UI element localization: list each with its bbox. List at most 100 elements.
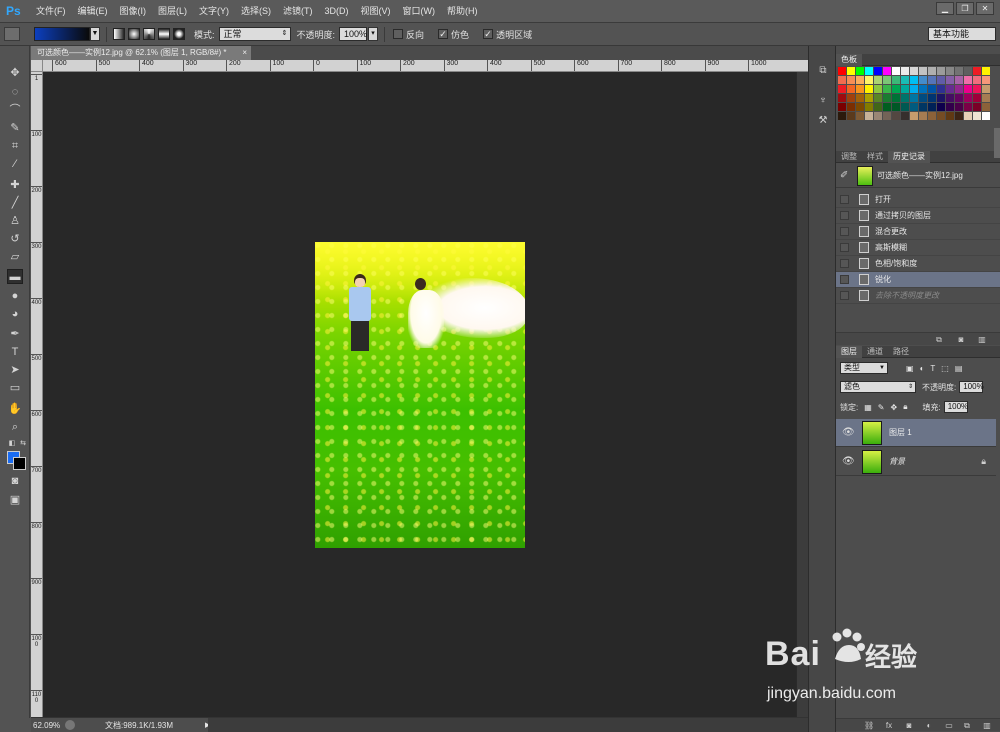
new-document-from-state-icon[interactable]: ⧉	[934, 335, 944, 344]
link-layers-icon[interactable]: ⛓	[864, 721, 874, 730]
color-swatch[interactable]	[901, 85, 909, 93]
color-swatch[interactable]	[874, 85, 882, 93]
color-swatch[interactable]	[910, 103, 918, 111]
lock-transparent-icon[interactable]: ▦	[864, 403, 872, 412]
color-swatch[interactable]	[964, 94, 972, 102]
color-swatch[interactable]	[838, 103, 846, 111]
menu-type[interactable]: 文字(Y)	[193, 0, 235, 23]
history-state[interactable]: 高斯模糊	[836, 240, 1000, 256]
menu-view[interactable]: 视图(V)	[355, 0, 397, 23]
tab-channels[interactable]: 通道	[862, 346, 888, 358]
add-mask-icon[interactable]: ◙	[904, 721, 914, 730]
color-swatch[interactable]	[919, 103, 927, 111]
color-swatch[interactable]	[973, 67, 981, 75]
lasso-tool-icon[interactable]: ⌒	[7, 103, 23, 118]
history-source-checkbox[interactable]	[840, 211, 849, 220]
quick-mask-icon[interactable]: ◙	[7, 474, 23, 489]
color-swatch[interactable]	[874, 112, 882, 120]
gradient-editor-swatch[interactable]	[34, 27, 90, 41]
opacity-slider-arrow[interactable]: ▾	[368, 27, 379, 41]
color-swatch[interactable]	[982, 76, 990, 84]
filter-type-icon[interactable]: T	[930, 364, 935, 373]
tool-preset-picker[interactable]	[4, 27, 20, 41]
adjustment-layer-icon[interactable]: ◐	[924, 721, 934, 730]
color-swatch[interactable]	[847, 94, 855, 102]
history-source-checkbox[interactable]	[840, 275, 849, 284]
color-swatch[interactable]	[982, 94, 990, 102]
color-swatch[interactable]	[883, 67, 891, 75]
blend-mode-select[interactable]: 滤色 ⇕	[840, 381, 916, 393]
color-swatch[interactable]	[874, 76, 882, 84]
tab-layers[interactable]: 图层	[836, 346, 862, 358]
color-swatch[interactable]	[973, 112, 981, 120]
menu-image[interactable]: 图像(I)	[114, 0, 153, 23]
horizontal-ruler[interactable]: 600 500 400 300 200 100 0 100 200 300 400 500 600 700…	[43, 60, 808, 72]
linear-gradient-icon[interactable]	[113, 28, 125, 40]
menu-layer[interactable]: 图层(L)	[152, 0, 193, 23]
history-brush-source-icon[interactable]: ✐	[840, 170, 854, 181]
history-state[interactable]: 通过拷贝的图层	[836, 208, 1000, 224]
color-swatch[interactable]	[964, 67, 972, 75]
color-swatch[interactable]	[847, 76, 855, 84]
color-swatch[interactable]	[937, 76, 945, 84]
color-swatch[interactable]	[865, 76, 873, 84]
menu-window[interactable]: 窗口(W)	[397, 0, 442, 23]
color-swatch[interactable]	[892, 112, 900, 120]
filter-adjustment-icon[interactable]: ◐	[920, 364, 925, 373]
dither-checkbox[interactable]: ✓	[438, 29, 449, 39]
clone-stamp-tool-icon[interactable]: ♙	[7, 214, 23, 229]
color-swatch[interactable]	[856, 67, 864, 75]
dodge-tool-icon[interactable]: ◕	[7, 307, 23, 322]
color-swatch[interactable]	[982, 85, 990, 93]
color-swatch[interactable]	[838, 112, 846, 120]
color-swatch[interactable]	[919, 67, 927, 75]
opacity-input[interactable]: 100%	[339, 27, 367, 41]
color-swatch[interactable]	[928, 76, 936, 84]
type-tool-icon[interactable]: T	[7, 345, 23, 360]
color-swatch[interactable]	[946, 94, 954, 102]
color-swatch[interactable]	[874, 94, 882, 102]
color-swatch[interactable]	[883, 112, 891, 120]
color-swatch[interactable]	[838, 76, 846, 84]
history-source-checkbox[interactable]	[840, 227, 849, 236]
color-swatch[interactable]	[865, 67, 873, 75]
color-swatch[interactable]	[973, 85, 981, 93]
new-group-icon[interactable]: ▭	[944, 721, 954, 730]
menu-help[interactable]: 帮助(H)	[441, 0, 484, 23]
color-swatch[interactable]	[838, 67, 846, 75]
close-button[interactable]: ✕	[976, 2, 994, 15]
workspace-switcher[interactable]: 基本功能	[928, 27, 996, 41]
document-image[interactable]	[315, 242, 525, 548]
filter-pixel-icon[interactable]: ▣	[906, 364, 914, 373]
color-swatch[interactable]	[910, 85, 918, 93]
healing-brush-tool-icon[interactable]: ✚	[7, 178, 23, 193]
history-state[interactable]: 混合更改	[836, 224, 1000, 240]
history-state[interactable]: 色相/饱和度	[836, 256, 1000, 272]
color-swatch[interactable]	[946, 112, 954, 120]
color-swatch[interactable]	[865, 85, 873, 93]
color-swatch[interactable]	[919, 76, 927, 84]
fill-input[interactable]: 100%	[943, 401, 968, 413]
trash-icon[interactable]: ▥	[982, 721, 992, 730]
color-swatch[interactable]	[883, 85, 891, 93]
color-swatch[interactable]	[955, 85, 963, 93]
color-swatch[interactable]	[856, 85, 864, 93]
color-swatch[interactable]	[838, 85, 846, 93]
history-snapshot[interactable]: ✐ 可选颜色——实例12.jpg	[836, 164, 1000, 188]
color-swatch[interactable]	[901, 103, 909, 111]
color-swatch[interactable]	[937, 94, 945, 102]
color-swatch[interactable]	[901, 94, 909, 102]
color-swatch[interactable]	[919, 85, 927, 93]
background-color-swatch[interactable]	[13, 457, 26, 470]
history-state-undone[interactable]: 去除不透明度更改	[836, 288, 1000, 304]
color-swatch[interactable]	[928, 85, 936, 93]
restore-button[interactable]: ❐	[956, 2, 974, 15]
color-swatch[interactable]	[982, 67, 990, 75]
layer-filter-kind[interactable]: 类型 ▼	[840, 362, 888, 374]
history-state[interactable]: 打开	[836, 192, 1000, 208]
color-swatch[interactable]	[955, 94, 963, 102]
vertical-scrollbar[interactable]	[796, 72, 808, 717]
color-swatch[interactable]	[910, 94, 918, 102]
menu-filter[interactable]: 滤镜(T)	[277, 0, 319, 23]
color-swatch[interactable]	[892, 85, 900, 93]
